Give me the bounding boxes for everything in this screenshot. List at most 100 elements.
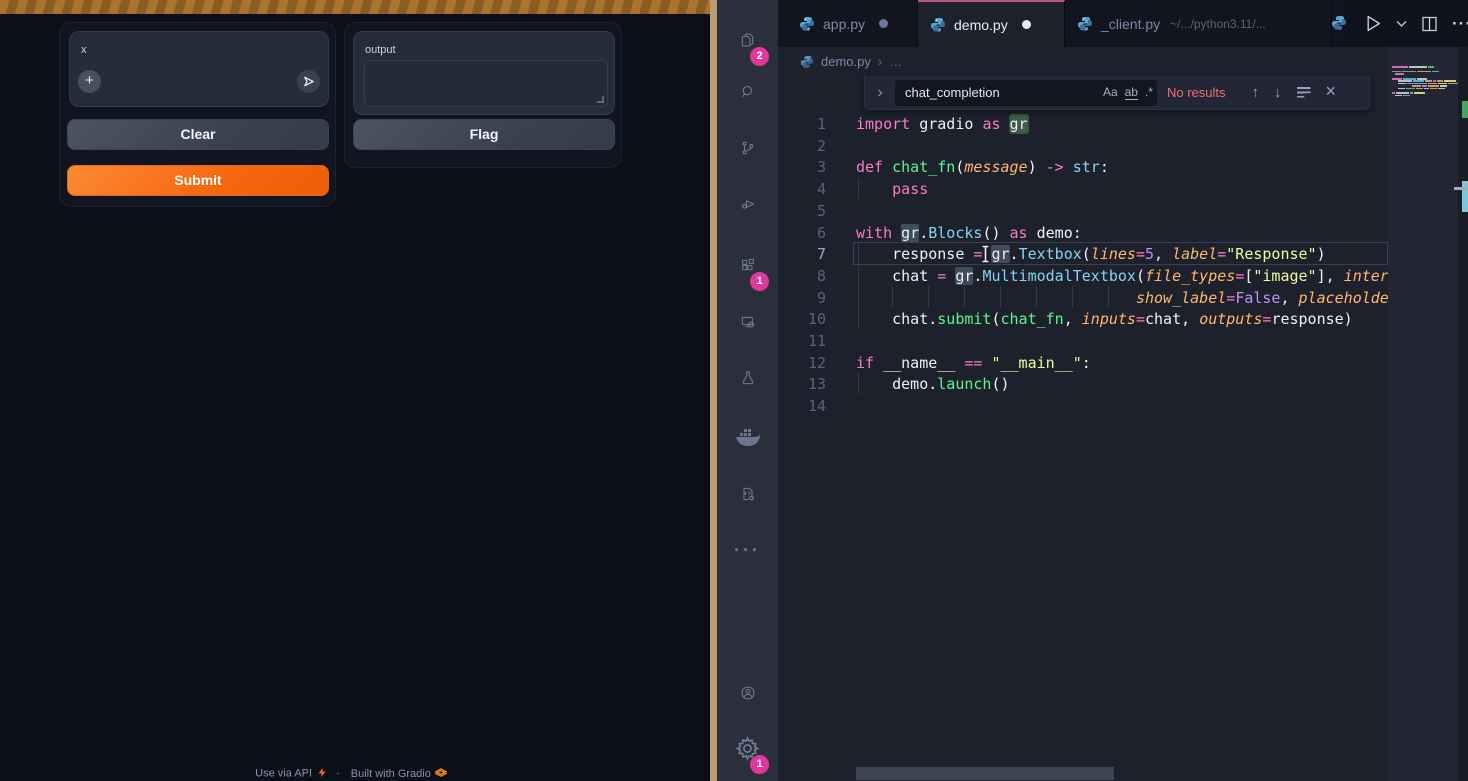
line-number[interactable]: 8 <box>778 265 826 287</box>
minimap[interactable] <box>1388 47 1458 781</box>
code-line[interactable]: 11 <box>778 330 1388 352</box>
whole-word-toggle[interactable]: ab <box>1125 85 1138 100</box>
gradio-input-column: x + Clear Submit <box>59 22 336 207</box>
code-text: demo.launch() <box>856 373 1010 395</box>
code-line[interactable]: 2 <box>778 135 1388 157</box>
resize-handle-icon[interactable] <box>596 95 604 103</box>
horizontal-scrollbar[interactable] <box>856 767 1114 780</box>
find-in-selection-button[interactable] <box>1297 84 1311 102</box>
code-token <box>946 267 955 285</box>
line-number[interactable]: 4 <box>778 178 826 200</box>
sidebar-item-dev-containers[interactable] <box>717 470 778 518</box>
regex-toggle[interactable]: .* <box>1145 85 1153 100</box>
line-number[interactable]: 3 <box>778 156 826 178</box>
sidebar-item-source-control[interactable] <box>717 124 778 172</box>
sidebar-item-remote-explorer[interactable] <box>717 298 778 346</box>
code-line[interactable]: 4 pass <box>778 178 1388 200</box>
minimap-line <box>1395 73 1404 75</box>
code-token <box>1001 115 1010 133</box>
toggle-replace-chevron[interactable]: › <box>865 84 895 102</box>
use-via-api-link[interactable]: Use via API <box>255 768 312 780</box>
code-token: "Response" <box>1226 245 1316 263</box>
line-number[interactable]: 1 <box>778 113 826 135</box>
minimap-segment <box>1430 88 1437 90</box>
clear-button[interactable]: Clear <box>67 119 329 150</box>
flag-button[interactable]: Flag <box>353 119 615 150</box>
code-line[interactable]: 10 chat.submit(chat_fn, inputs=chat, out… <box>778 308 1388 330</box>
code-line[interactable]: 6 with gr.Blocks() as demo: <box>778 222 1388 244</box>
code-line[interactable]: 1 import gradio as gr <box>778 113 1388 135</box>
code-token: if <box>856 354 874 372</box>
code-token: gr <box>901 224 919 242</box>
sidebar-item-search[interactable] <box>717 68 778 116</box>
code-area[interactable]: 1 import gradio as gr 23def chat_fn(messag… <box>778 0 1388 781</box>
minimap-line <box>1398 88 1445 90</box>
code-line[interactable]: 9 show_label=False, placeholder= <box>778 287 1388 309</box>
close-find-button[interactable]: × <box>1326 84 1337 102</box>
code-token: Textbox <box>1019 245 1082 263</box>
find-input[interactable]: chat_completion Aa ab .* <box>895 80 1157 106</box>
attach-file-button[interactable]: + <box>78 70 101 93</box>
minimap-segment <box>1406 88 1415 90</box>
sidebar-item-run-debug[interactable] <box>717 180 778 228</box>
send-button[interactable] <box>297 70 320 93</box>
window-resize-sash[interactable] <box>710 0 717 781</box>
line-number[interactable]: 5 <box>778 200 826 222</box>
ruler-mark-cyan <box>1462 181 1468 212</box>
line-number[interactable]: 6 <box>778 222 826 244</box>
more-actions-button[interactable]: ··· <box>1452 14 1468 34</box>
code-text: chat = gr.MultimodalTextbox(file_types=[… <box>856 265 1388 287</box>
line-number[interactable]: 12 <box>778 352 826 374</box>
code-line[interactable]: 3def chat_fn(message) -> str: <box>778 156 1388 178</box>
code-token: . <box>1010 245 1019 263</box>
code-token: gr <box>1010 115 1028 133</box>
account-icon <box>740 685 756 701</box>
line-number[interactable]: 13 <box>778 373 826 395</box>
api-bolt-icon <box>316 767 328 778</box>
built-with-gradio-link[interactable]: Built with Gradio <box>351 768 431 780</box>
code-line[interactable]: 14 <box>778 395 1388 417</box>
settings-button[interactable]: 1 <box>717 724 778 772</box>
account-button[interactable] <box>717 669 778 717</box>
code-line[interactable]: 7 response = gr.Textbox(lines=5, label="… <box>778 243 1388 265</box>
code-token: Blocks <box>928 224 982 242</box>
line-number[interactable]: 2 <box>778 135 826 157</box>
minimap-line <box>1395 95 1410 97</box>
sidebar-item-docker[interactable] <box>717 413 778 461</box>
line-number[interactable]: 7 <box>778 243 826 265</box>
find-next-button[interactable]: ↓ <box>1274 84 1282 102</box>
split-editor-button[interactable] <box>1421 16 1438 32</box>
sidebar-item-explorer[interactable]: 2 <box>717 16 778 64</box>
run-dropdown-button[interactable] <box>1396 20 1407 28</box>
multimodal-textbox[interactable]: x + <box>69 31 329 107</box>
code-token: == <box>964 354 982 372</box>
code-token <box>856 289 1136 307</box>
minimap-segment <box>1409 66 1427 68</box>
settings-badge: 1 <box>750 755 769 774</box>
find-previous-button[interactable]: ↑ <box>1252 84 1260 102</box>
code-text: with gr.Blocks() as demo: <box>856 222 1082 244</box>
code-token: ) <box>1317 245 1326 263</box>
match-case-toggle[interactable]: Aa <box>1103 85 1118 100</box>
minimap-segment <box>1398 88 1405 90</box>
submit-button[interactable]: Submit <box>67 165 329 196</box>
output-textarea[interactable] <box>364 60 608 107</box>
code-line[interactable]: 13 demo.launch() <box>778 373 1388 395</box>
line-number[interactable]: 11 <box>778 330 826 352</box>
sidebar-item-extensions[interactable]: 1 <box>717 241 778 289</box>
code-text: import gradio as gr <box>856 113 1028 135</box>
code-text: pass <box>856 178 928 200</box>
code-line[interactable]: 12if __name__ == "__main__": <box>778 352 1388 374</box>
sidebar-item-testing[interactable] <box>717 354 778 402</box>
code-token: = <box>1226 289 1235 307</box>
code-line[interactable]: 5 <box>778 200 1388 222</box>
more-views-ellipsis-icon: ··· <box>734 540 761 561</box>
code-line[interactable]: 8 chat = gr.MultimodalTextbox(file_types… <box>778 265 1388 287</box>
code-token <box>856 180 892 198</box>
line-number[interactable]: 10 <box>778 308 826 330</box>
code-token: 5 <box>1145 245 1154 263</box>
line-number[interactable]: 14 <box>778 395 826 417</box>
line-number[interactable]: 9 <box>778 287 826 309</box>
code-token: False <box>1235 289 1280 307</box>
sidebar-item-more-views[interactable]: ··· <box>717 526 778 574</box>
